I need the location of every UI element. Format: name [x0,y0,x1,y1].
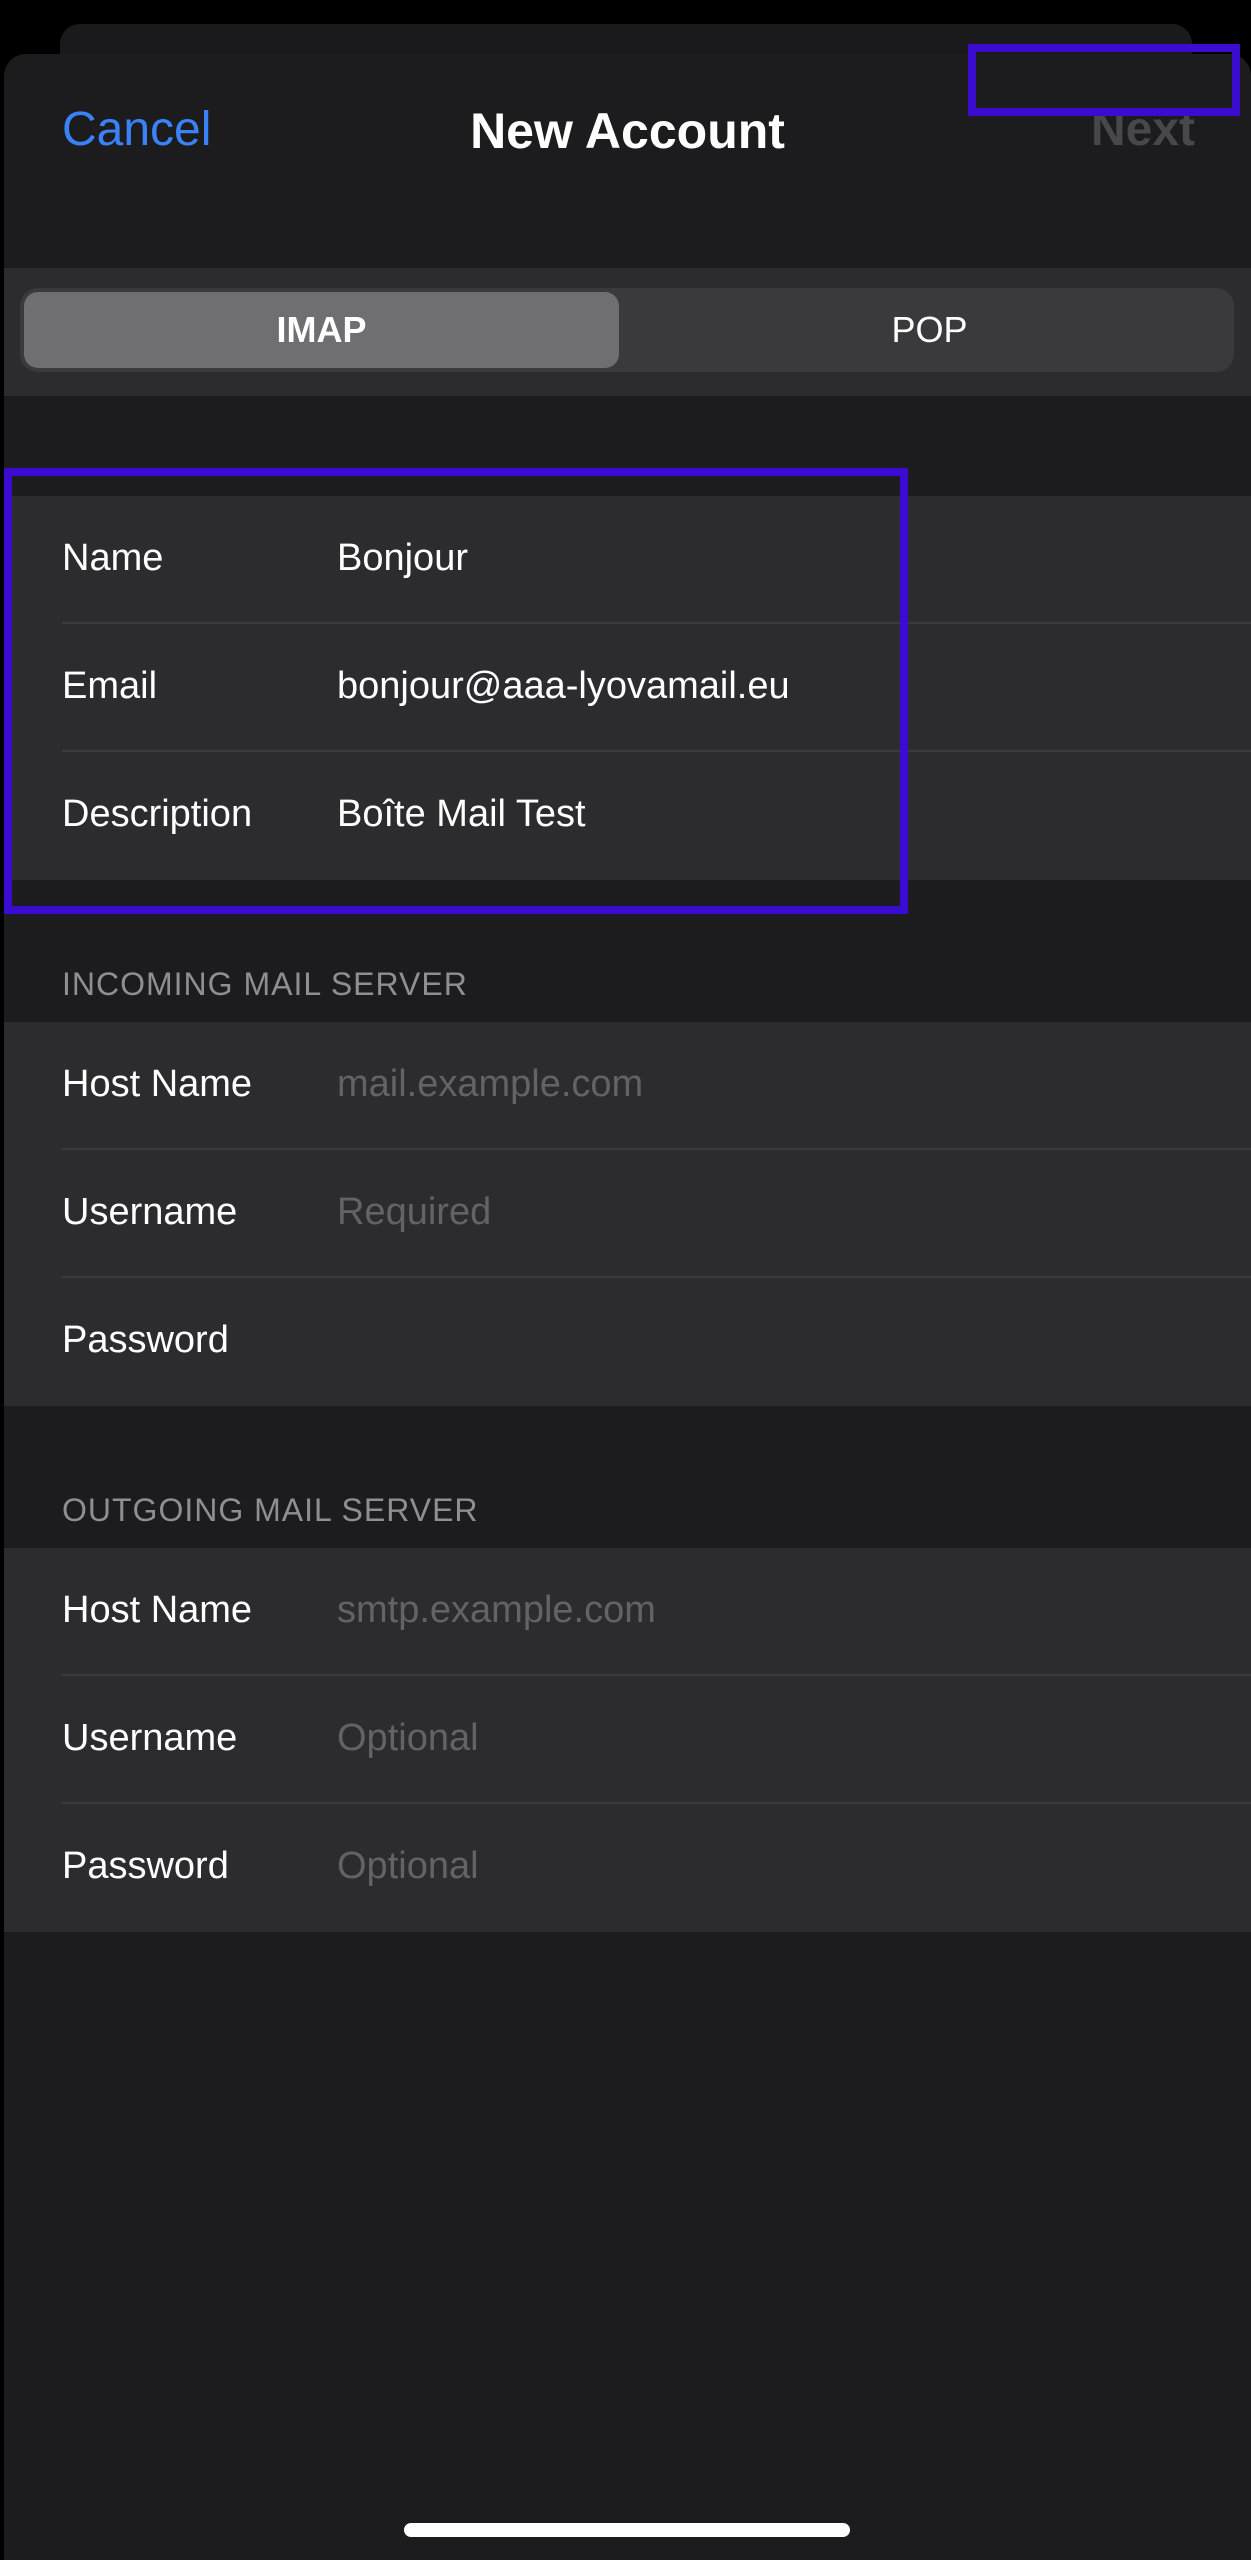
next-button-highlight-box [968,44,1240,116]
outgoing-host-label: Host Name [62,1589,253,1631]
incoming-username-input[interactable] [337,1190,1217,1236]
account-type-segmented-control: IMAP POP [20,288,1234,372]
outgoing-password-row[interactable]: Password [4,1804,1251,1932]
outgoing-section-header: OUTGOING MAIL SERVER [62,1492,479,1528]
segment-pop[interactable]: POP [632,292,1227,368]
outgoing-password-input[interactable] [337,1844,1217,1890]
incoming-host-row[interactable]: Host Name [4,1022,1251,1150]
segment-imap[interactable]: IMAP [24,292,619,368]
incoming-password-label: Password [62,1319,229,1361]
outgoing-server-group: Host Name Username Password [4,1548,1251,1932]
outgoing-username-input[interactable] [337,1716,1217,1762]
incoming-username-row[interactable]: Username [4,1150,1251,1278]
incoming-section-header: INCOMING MAIL SERVER [62,966,468,1002]
incoming-username-label: Username [62,1191,238,1233]
incoming-host-input[interactable] [337,1062,1217,1108]
incoming-server-group: Host Name Username Password [4,1022,1251,1406]
outgoing-host-row[interactable]: Host Name [4,1548,1251,1676]
incoming-host-label: Host Name [62,1063,253,1105]
new-account-sheet: Cancel New Account Next IMAP POP Name Bo… [4,54,1251,2560]
incoming-password-row[interactable]: Password [4,1278,1251,1406]
account-info-highlight-box [4,468,908,914]
incoming-password-input[interactable] [337,1318,1217,1364]
outgoing-host-input[interactable] [337,1588,1217,1634]
home-indicator[interactable] [404,2523,850,2537]
outgoing-password-label: Password [62,1845,229,1887]
outgoing-username-row[interactable]: Username [4,1676,1251,1804]
outgoing-username-label: Username [62,1717,238,1759]
